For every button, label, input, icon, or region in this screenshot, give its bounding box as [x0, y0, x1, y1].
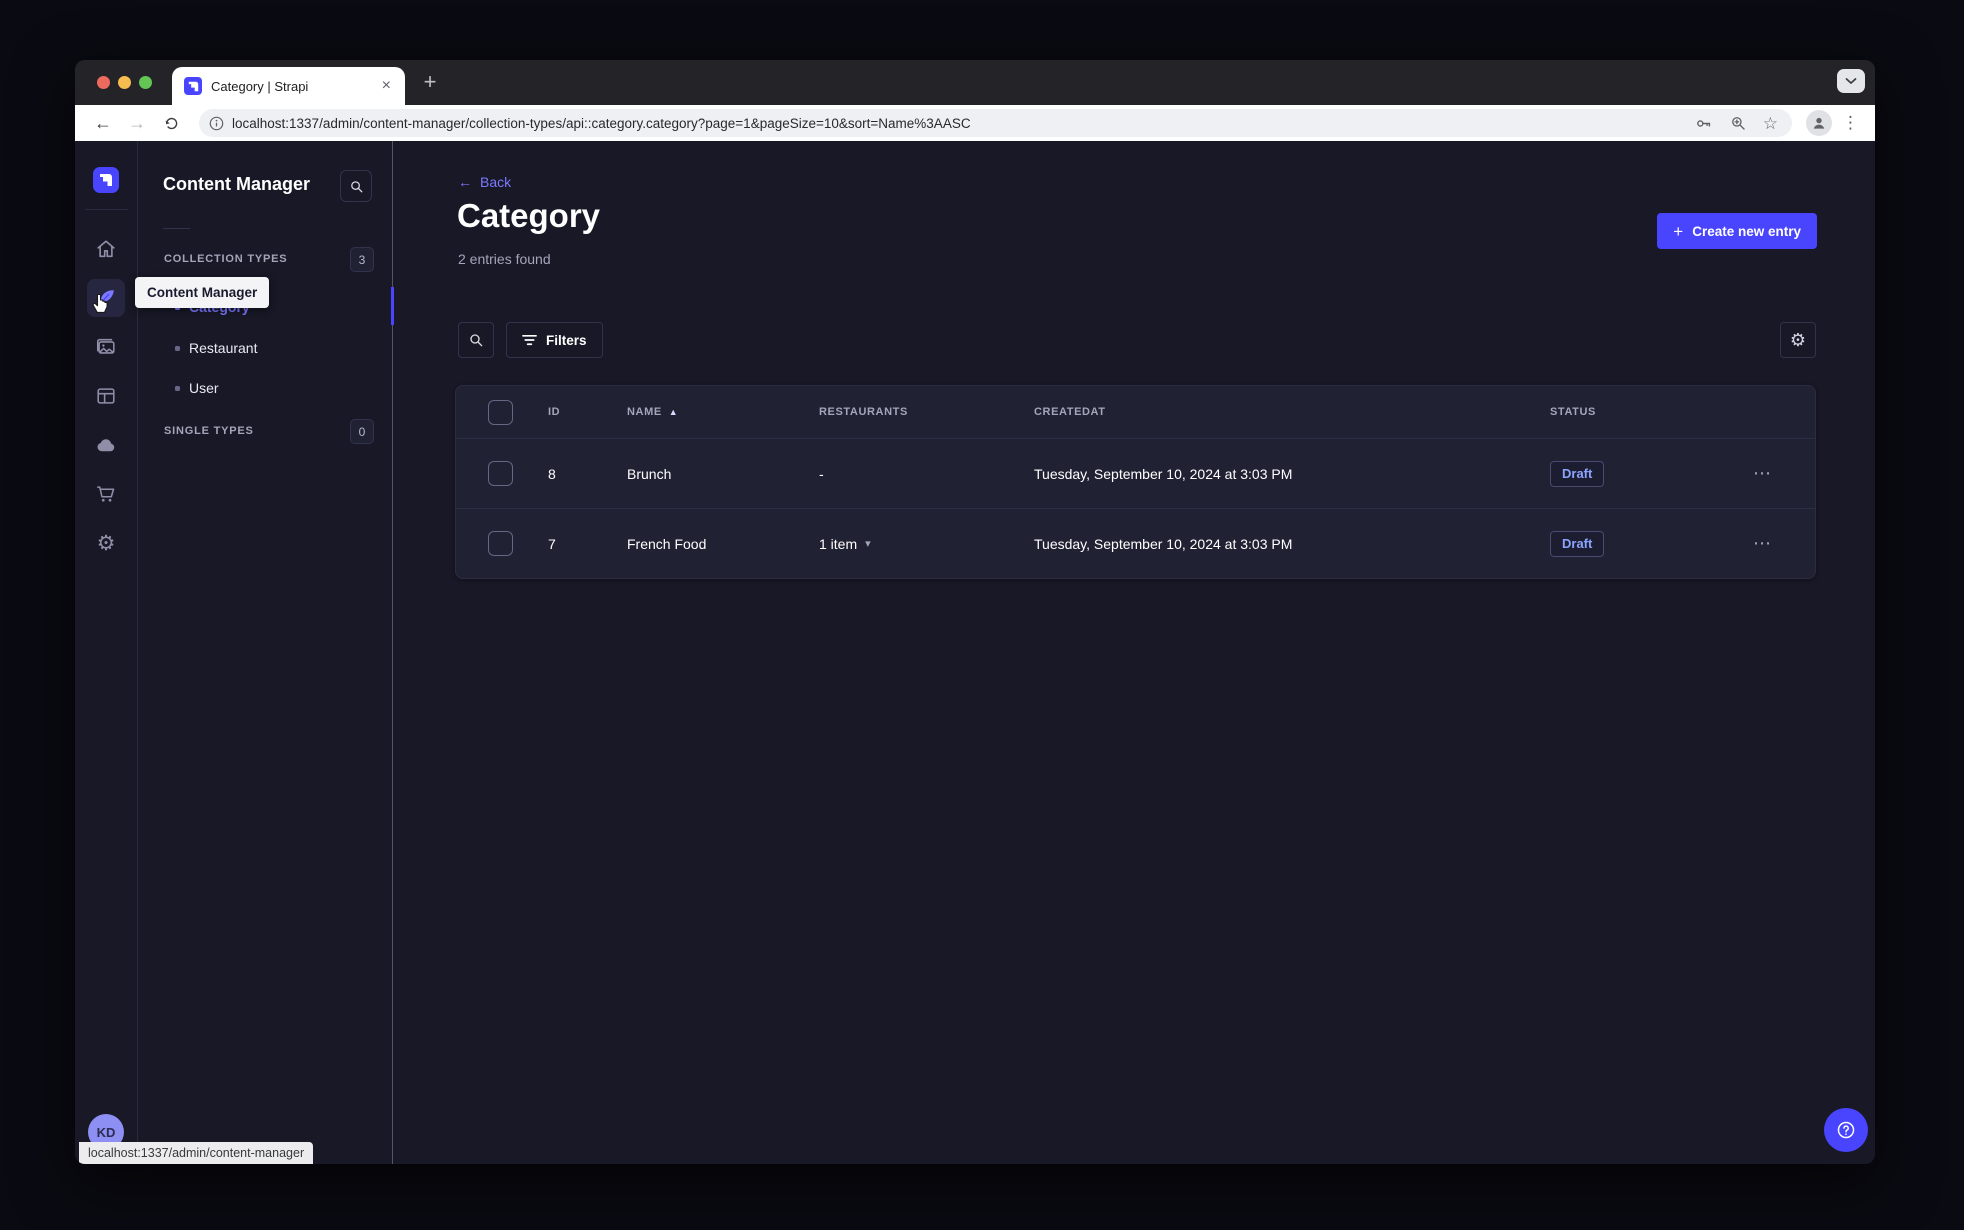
mouse-cursor	[91, 293, 110, 315]
sidebar-title: Content Manager	[163, 174, 311, 194]
nav-tooltip: Content Manager	[135, 277, 270, 308]
cell-name: French Food	[627, 535, 707, 552]
browser-toolbar: ← → localhost:1337/admin/content-manager…	[75, 105, 1875, 141]
filters-button[interactable]: Filters	[506, 322, 603, 358]
create-new-entry-button[interactable]: + Create new entry	[1657, 213, 1817, 249]
table-header-row: ID NAME ▲ RESTAURANTS CREATEDAT STATUS	[456, 386, 1815, 438]
help-button[interactable]	[1824, 1108, 1868, 1152]
sidebar-divider	[163, 228, 190, 229]
strapi-logo[interactable]	[93, 167, 119, 193]
column-header-restaurants[interactable]: RESTAURANTS	[819, 406, 1034, 418]
table-search-button[interactable]	[458, 322, 494, 358]
nav-content-type-builder-button[interactable]	[87, 377, 125, 415]
cell-id: 7	[548, 535, 556, 552]
password-key-icon[interactable]	[1694, 114, 1713, 133]
fullscreen-window-button[interactable]	[139, 76, 152, 89]
bullet-icon	[175, 385, 180, 391]
select-all-checkbox[interactable]	[488, 399, 513, 425]
browser-menu-icon[interactable]: ⋮	[1838, 113, 1863, 133]
traffic-lights	[97, 76, 152, 89]
row-actions-menu-icon[interactable]: ⋯	[1749, 533, 1772, 554]
table-settings-button[interactable]: ⚙	[1780, 322, 1816, 358]
address-bar[interactable]: localhost:1337/admin/content-manager/col…	[199, 109, 1792, 137]
entries-table: ID NAME ▲ RESTAURANTS CREATEDAT STATUS 8…	[455, 385, 1816, 579]
browser-window: Category | Strapi × + ← → localhost:1337…	[75, 60, 1875, 1164]
gear-icon: ⚙	[96, 531, 116, 555]
nav-home-button[interactable]	[87, 230, 125, 268]
forward-nav-icon: →	[128, 112, 146, 133]
entries-count: 2 entries found	[458, 251, 551, 267]
close-window-button[interactable]	[97, 76, 110, 89]
strapi-favicon	[184, 77, 202, 95]
column-header-status[interactable]: STATUS	[1550, 406, 1749, 418]
main-content: ← Back Category 2 entries found + Create…	[393, 141, 1875, 1164]
row-checkbox[interactable]	[488, 461, 513, 486]
link-status-bar: localhost:1337/admin/content-manager	[79, 1142, 314, 1164]
bullet-icon	[175, 345, 180, 351]
status-badge: Draft	[1550, 530, 1605, 557]
gear-icon: ⚙	[1789, 330, 1807, 350]
column-header-createdat[interactable]: CREATEDAT	[1034, 406, 1550, 418]
nav-media-library-button[interactable]	[87, 328, 125, 366]
cell-createdat: Tuesday, September 10, 2024 at 3:03 PM	[1034, 535, 1293, 552]
cell-createdat: Tuesday, September 10, 2024 at 3:03 PM	[1034, 465, 1293, 482]
single-types-count-badge: 0	[350, 419, 374, 444]
cell-restaurants[interactable]: 1 item ▾	[819, 536, 1034, 552]
layout-icon	[97, 388, 115, 404]
back-link[interactable]: ← Back	[458, 174, 511, 190]
reload-icon[interactable]	[157, 109, 185, 137]
cell-name: Brunch	[627, 465, 672, 482]
tab-strip: Category | Strapi × +	[75, 60, 1875, 105]
nav-marketplace-button[interactable]	[87, 475, 125, 513]
sort-ascending-icon: ▲	[668, 407, 679, 417]
nav-deploy-cloud-button[interactable]	[87, 426, 125, 464]
strapi-admin: ⚙ KD Content Manager COLLECTION TYPES 3 …	[75, 141, 1875, 1164]
tab-title: Category | Strapi	[211, 78, 309, 94]
filter-icon	[522, 334, 537, 346]
sidebar-item-user[interactable]: User	[138, 373, 392, 403]
cloud-icon	[97, 438, 114, 451]
rail-divider	[84, 209, 128, 210]
table-row[interactable]: 8 Brunch - Tuesday, September 10, 2024 a…	[456, 438, 1815, 508]
question-mark-icon	[1837, 1121, 1855, 1139]
browser-tab[interactable]: Category | Strapi ×	[172, 67, 405, 105]
chevron-down-icon: ▾	[865, 538, 871, 550]
page-title: Category	[457, 197, 601, 234]
cell-id: 8	[548, 465, 556, 482]
plus-icon: +	[1673, 221, 1684, 241]
column-header-name[interactable]: NAME ▲	[627, 406, 819, 418]
search-icon	[470, 334, 483, 347]
collection-types-label: COLLECTION TYPES	[164, 253, 288, 265]
back-arrow-icon: ←	[458, 174, 472, 190]
browser-profile-avatar[interactable]	[1806, 110, 1832, 136]
back-nav-icon[interactable]: ←	[89, 109, 117, 137]
row-checkbox[interactable]	[488, 531, 513, 556]
status-badge: Draft	[1550, 460, 1605, 487]
sidebar-search-button[interactable]	[340, 170, 372, 202]
nav-settings-button[interactable]: ⚙	[87, 524, 125, 562]
tab-close-icon[interactable]: ×	[380, 78, 393, 94]
url-text: localhost:1337/admin/content-manager/col…	[232, 115, 971, 131]
zoom-page-icon[interactable]	[1729, 114, 1747, 132]
row-actions-menu-icon[interactable]: ⋯	[1749, 463, 1772, 484]
single-types-label: SINGLE TYPES	[164, 425, 254, 437]
tab-search-chevron-icon[interactable]	[1837, 69, 1865, 93]
cell-restaurants: -	[819, 465, 824, 482]
bookmark-star-icon[interactable]: ☆	[1763, 115, 1778, 132]
media-images-icon	[96, 338, 115, 354]
new-tab-button[interactable]: +	[415, 67, 445, 97]
search-icon	[350, 180, 362, 192]
home-icon	[97, 240, 115, 258]
minimize-window-button[interactable]	[118, 76, 131, 89]
column-header-id[interactable]: ID	[548, 406, 627, 418]
shopping-cart-icon	[96, 486, 115, 502]
site-info-icon[interactable]	[209, 116, 224, 131]
table-row[interactable]: 7 French Food 1 item ▾ Tuesday, Septembe…	[456, 508, 1815, 578]
sidebar-item-restaurant[interactable]: Restaurant	[138, 333, 392, 363]
collection-types-count-badge: 3	[350, 247, 374, 272]
